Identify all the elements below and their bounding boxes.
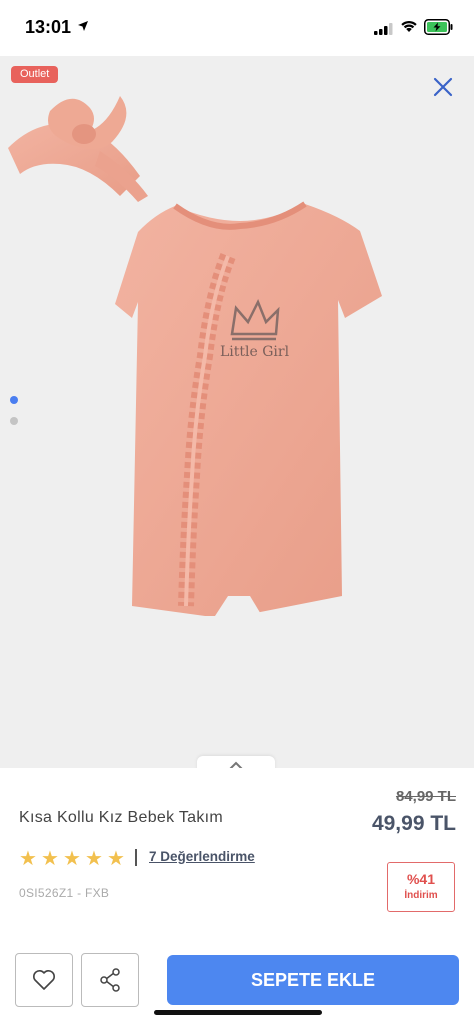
discount-label: İndirim bbox=[404, 890, 438, 901]
home-indicator[interactable] bbox=[154, 1010, 322, 1015]
close-icon[interactable] bbox=[430, 74, 456, 100]
heart-icon bbox=[33, 970, 55, 990]
product-code: 0SI526Z1 - FXB bbox=[19, 886, 110, 900]
discount-badge: %41 İndirim bbox=[387, 862, 455, 912]
outlet-badge: Outlet bbox=[11, 66, 59, 83]
discount-percent: %41 bbox=[406, 871, 436, 887]
rating-divider bbox=[135, 849, 137, 866]
garment-print-text: Little Girl bbox=[220, 344, 290, 360]
wifi-icon bbox=[401, 20, 417, 32]
favorite-button[interactable] bbox=[15, 953, 73, 1007]
product-image[interactable]: Little Girl bbox=[0, 56, 474, 768]
current-price: 49,99 TL bbox=[371, 812, 456, 835]
battery-charging-icon bbox=[424, 19, 453, 35]
gallery-dot-active[interactable] bbox=[10, 396, 18, 404]
rating-stars: ★ ★ ★ ★ ★ bbox=[19, 846, 129, 871]
status-time: 13:01 bbox=[25, 17, 72, 37]
romper-illustration bbox=[115, 201, 382, 616]
star-icon: ★ bbox=[41, 848, 61, 870]
share-button[interactable] bbox=[81, 953, 139, 1007]
share-icon bbox=[100, 968, 120, 992]
star-icon: ★ bbox=[63, 848, 83, 870]
star-icon: ★ bbox=[19, 848, 39, 870]
gallery-dot[interactable] bbox=[10, 417, 18, 425]
cellular-signal-icon bbox=[374, 23, 393, 35]
star-icon: ★ bbox=[85, 848, 105, 870]
old-price: 84,99 TL bbox=[395, 788, 456, 805]
location-arrow-icon bbox=[78, 21, 88, 31]
headband-illustration bbox=[8, 96, 148, 202]
star-icon: ★ bbox=[107, 848, 127, 870]
product-info-panel: Kısa Kollu Kız Bebek Takım 84,99 TL 49,9… bbox=[0, 768, 474, 1024]
status-bar: 13:01 bbox=[0, 0, 474, 56]
product-gallery[interactable]: Little Girl Outlet bbox=[0, 56, 474, 768]
reviews-link[interactable]: 7 Değerlendirme bbox=[149, 849, 255, 864]
add-to-cart-button[interactable]: SEPETE EKLE bbox=[167, 955, 459, 1005]
product-title: Kısa Kollu Kız Bebek Takım bbox=[19, 809, 224, 826]
